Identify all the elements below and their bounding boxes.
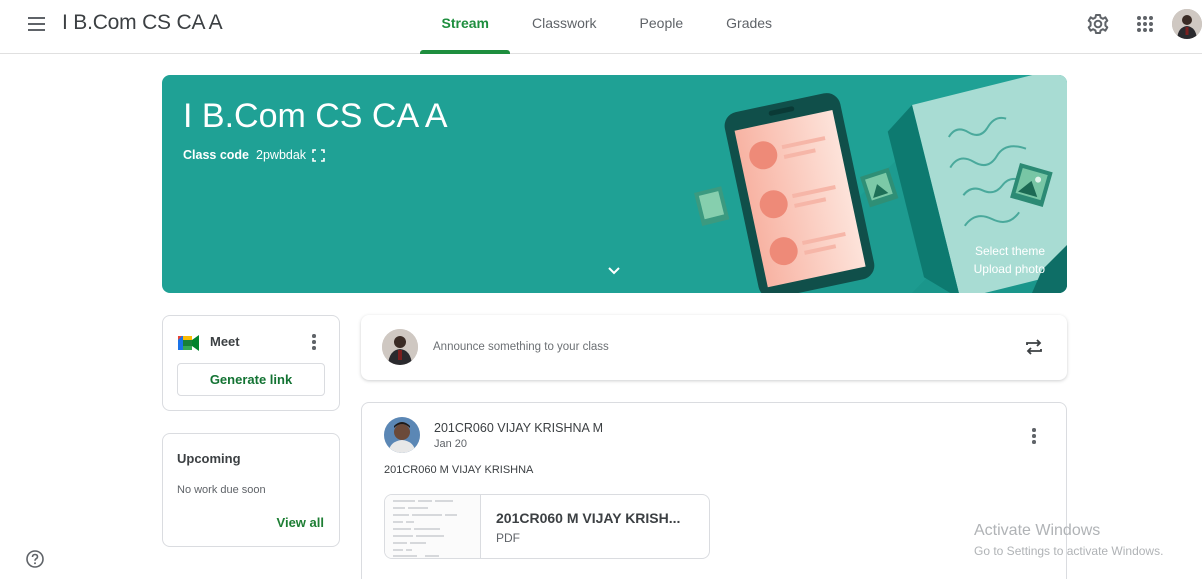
class-code-value: 2pwbdak: [256, 148, 307, 162]
select-theme-link[interactable]: Select theme: [975, 244, 1045, 258]
avatar: [382, 329, 418, 365]
class-banner: I B.Com CS CA A Class code 2pwbdak Selec…: [162, 75, 1067, 293]
class-code-label: Class code: [183, 148, 250, 162]
activate-windows-title: Activate Windows: [974, 522, 1101, 539]
activate-windows-subtitle: Go to Settings to activate Windows.: [974, 544, 1164, 558]
upcoming-title: Upcoming: [177, 451, 241, 466]
class-code: Class code 2pwbdak: [183, 148, 325, 162]
help-icon[interactable]: [25, 549, 45, 569]
repost-icon[interactable]: [1024, 337, 1044, 357]
meet-label: Meet: [210, 334, 240, 349]
account-avatar[interactable]: [1172, 9, 1202, 39]
banner-illustration: [694, 75, 1067, 293]
tab-stream[interactable]: Stream: [420, 0, 511, 54]
meet-card: Meet Generate link: [162, 315, 340, 411]
generate-link-button[interactable]: Generate link: [177, 363, 325, 396]
upload-photo-link[interactable]: Upload photo: [974, 262, 1045, 276]
upcoming-card: Upcoming No work due soon View all: [162, 433, 340, 547]
upcoming-empty-text: No work due soon: [177, 484, 266, 496]
tab-grades[interactable]: Grades: [705, 0, 794, 54]
more-options-icon[interactable]: [306, 331, 322, 353]
tab-classwork[interactable]: Classwork: [510, 0, 618, 54]
avatar: [384, 417, 420, 453]
google-meet-icon: [178, 335, 199, 351]
attachment-type: PDF: [496, 531, 520, 545]
fullscreen-icon[interactable]: [312, 148, 325, 162]
post-date: Jan 20: [434, 438, 468, 450]
attachment-name: 201CR060 M VIJAY KRISH...: [496, 510, 681, 526]
chevron-down-icon[interactable]: [605, 264, 623, 278]
stream-post: 201CR060 VIJAY KRISHNA M Jan 20 201CR060…: [361, 402, 1067, 579]
tab-bar: Stream Classwork People Grades: [420, 0, 794, 54]
class-title[interactable]: I B.Com CS CA A: [62, 11, 223, 35]
announce-box[interactable]: Announce something to your class: [361, 315, 1067, 380]
post-author: 201CR060 VIJAY KRISHNA M: [434, 421, 604, 435]
view-all-link[interactable]: View all: [277, 515, 324, 530]
gear-icon[interactable]: [1084, 10, 1112, 38]
apps-grid-icon[interactable]: [1131, 10, 1159, 38]
announce-placeholder[interactable]: Announce something to your class: [433, 341, 609, 353]
tab-people[interactable]: People: [618, 0, 705, 54]
top-app-bar: I B.Com CS CA A Stream Classwork People …: [0, 0, 1202, 54]
post-body: 201CR060 M VIJAY KRISHNA: [384, 464, 534, 476]
menu-icon[interactable]: [24, 12, 50, 36]
more-options-icon[interactable]: [1026, 425, 1042, 447]
pdf-attachment[interactable]: 201CR060 M VIJAY KRISH... PDF: [384, 494, 710, 559]
banner-title: I B.Com CS CA A: [183, 97, 448, 135]
attachment-thumbnail: [385, 495, 481, 558]
